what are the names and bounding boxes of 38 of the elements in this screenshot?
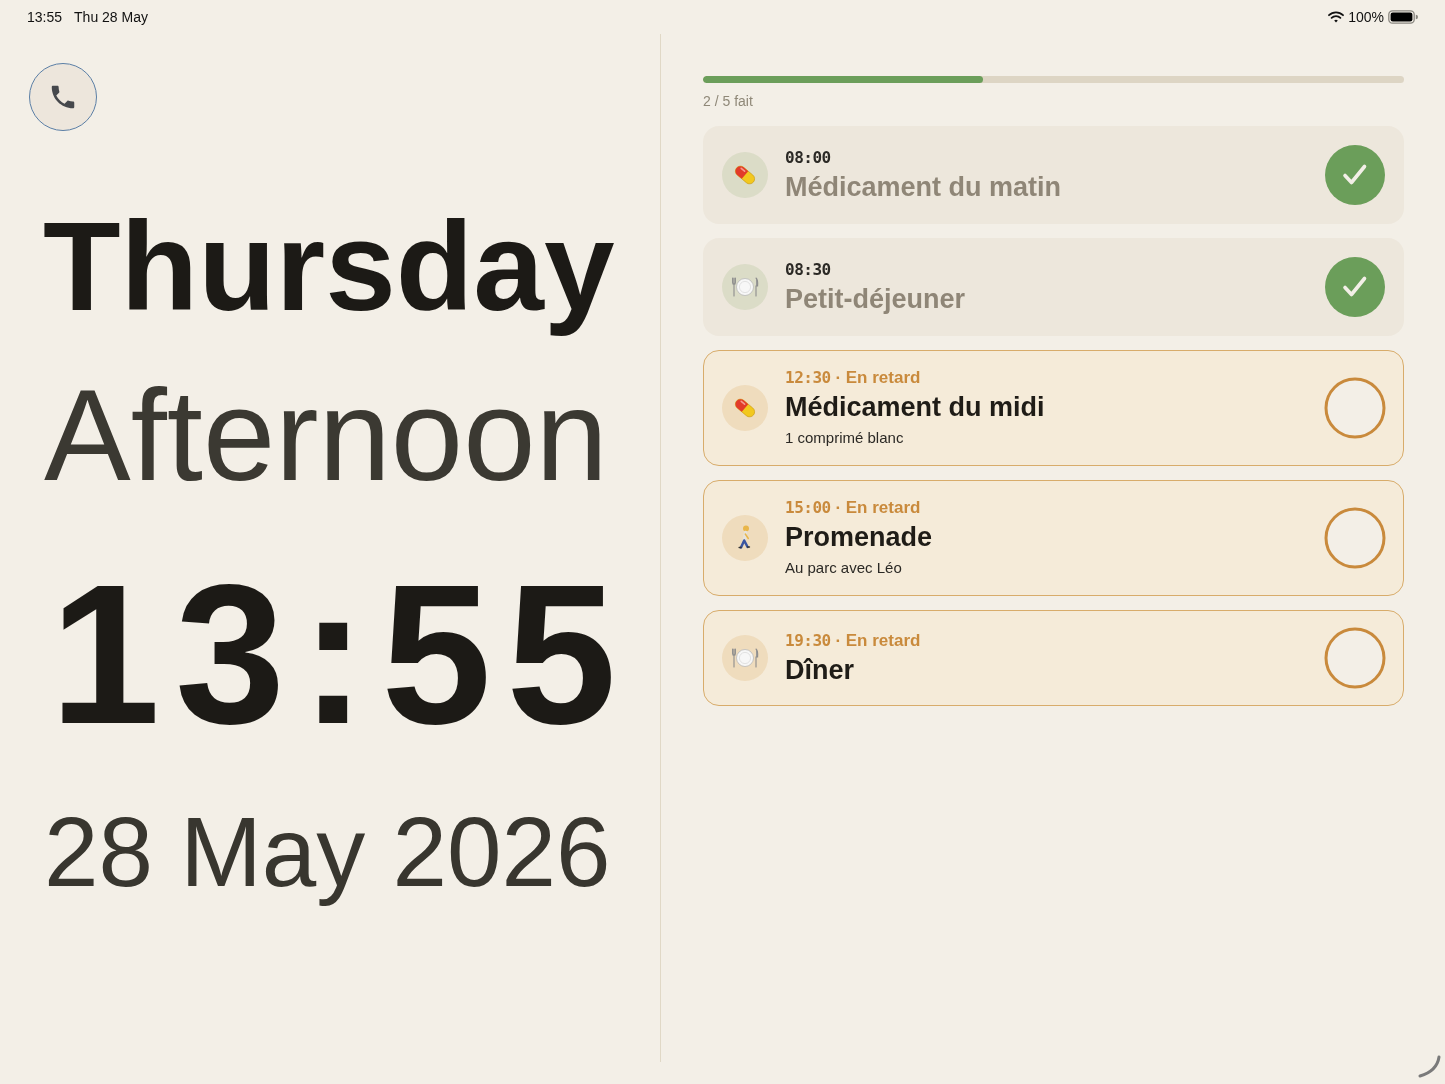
battery-percent: 100% [1348, 7, 1384, 27]
progress-label: 2 / 5 fait [703, 92, 753, 111]
status-time: 13:55 [27, 7, 63, 27]
status-date: Thu 28 May [74, 7, 148, 27]
empty-checkbox[interactable] [1324, 627, 1386, 689]
date-text: 28 May 2026 [44, 796, 611, 910]
empty-checkbox[interactable] [1324, 507, 1386, 569]
period-text: Afternoon [44, 370, 608, 501]
checked-checkbox[interactable] [1324, 256, 1386, 318]
wifi-icon [1328, 11, 1345, 23]
task-title: Petit-déjeuner [785, 283, 966, 315]
task-time: 08:30 [785, 259, 831, 281]
task-time: 12:30 · En retard [785, 367, 921, 389]
battery-icon [1388, 10, 1418, 24]
task-title: Promenade [785, 521, 933, 553]
corner-arc-icon [1417, 1055, 1441, 1079]
task-title: Dîner [785, 654, 855, 686]
task-title: Médicament du matin [785, 171, 1062, 203]
checked-checkbox[interactable] [1324, 144, 1386, 206]
weekday-text: Thursday [43, 194, 615, 339]
task-card[interactable]: 08:00 Médicament du matin [703, 126, 1404, 224]
task-card[interactable]: 12:30 · En retard Médicament du midi 1 comprimé blanc [703, 350, 1404, 466]
pill-icon [722, 385, 768, 431]
task-time: 19:30 · En retard [785, 630, 921, 652]
plate-icon [722, 635, 768, 681]
task-card[interactable]: 08:30 Petit-déjeuner [703, 238, 1404, 336]
task-title: Médicament du midi [785, 391, 1045, 423]
task-time: 15:00 · En retard [785, 497, 921, 519]
plate-icon [722, 264, 768, 310]
task-note: 1 comprimé blanc [785, 428, 904, 448]
task-time: 08:00 [785, 147, 831, 169]
pill-icon [722, 152, 768, 198]
walking-person-icon [722, 515, 768, 561]
task-card[interactable]: 19:30 · En retard Dîner [703, 610, 1404, 706]
task-note: Au parc avec Léo [785, 558, 902, 578]
clock-time: 13:55 [50, 556, 632, 755]
task-card[interactable]: 15:00 · En retard Promenade Au parc avec Léo [703, 480, 1404, 596]
empty-checkbox[interactable] [1324, 377, 1386, 439]
